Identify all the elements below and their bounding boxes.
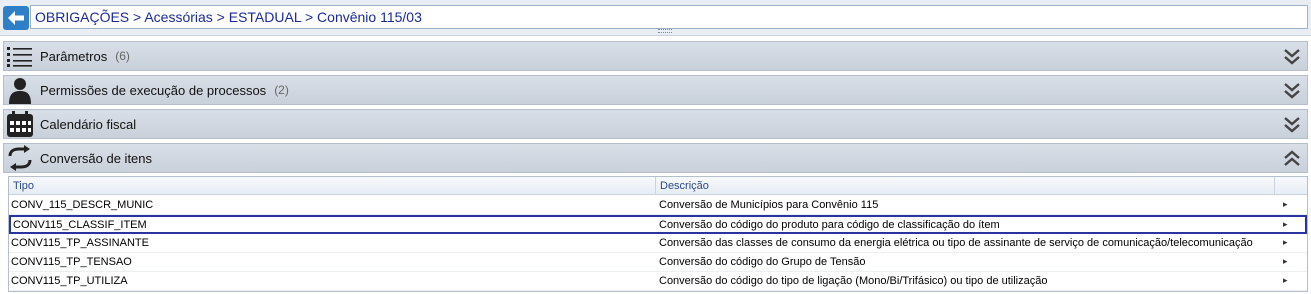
section-title: Parâmetros: [40, 48, 108, 64]
splitter-grip[interactable]: [658, 29, 672, 33]
section-calendario[interactable]: Calendário fiscal: [3, 109, 1308, 139]
chevron-down-icon[interactable]: [1283, 81, 1301, 101]
cell-descricao: Conversão do código do Grupo de Tensão: [659, 256, 866, 268]
back-button[interactable]: [3, 6, 29, 30]
section-parametros[interactable]: Parâmetros (6): [3, 41, 1308, 71]
table-header: Tipo Descrição: [9, 177, 1307, 195]
chevron-down-icon[interactable]: [1283, 115, 1301, 135]
table-row[interactable]: CONV115_TP_UTILIZA Conversão do código d…: [9, 272, 1307, 291]
breadcrumb[interactable]: OBRIGAÇÕES > Acessórias > ESTADUAL > Con…: [30, 5, 1308, 29]
conversion-table: Tipo Descrição CONV_115_DESCR_MUNIC Conv…: [8, 176, 1308, 292]
row-arrow-icon[interactable]: ▸: [1283, 275, 1288, 286]
cell-descricao: Conversão das classes de consumo da ener…: [659, 237, 1253, 249]
cell-descricao: Conversão do código do tipo de ligação (…: [659, 275, 1048, 287]
refresh-icon: [5, 143, 35, 173]
table-row-selected[interactable]: CONV115_CLASSIF_ITEM Conversão do código…: [9, 215, 1307, 234]
cell-descricao: Conversão do código do produto para códi…: [659, 219, 1000, 231]
chevron-down-icon[interactable]: [1283, 47, 1301, 67]
chevron-up-icon[interactable]: [1283, 149, 1301, 169]
section-title: Calendário fiscal: [40, 116, 137, 132]
breadcrumb-path[interactable]: OBRIGAÇÕES > Acessórias > ESTADUAL > Con…: [35, 9, 422, 25]
section-title: Conversão de itens: [40, 150, 153, 166]
row-arrow-icon[interactable]: ▸: [1283, 219, 1288, 230]
section-conversao[interactable]: Conversão de itens: [3, 143, 1308, 173]
table-row[interactable]: CONV115_TP_TENSAO Conversão do código do…: [9, 253, 1307, 272]
cell-tipo: CONV115_TP_ASSINANTE: [11, 237, 149, 249]
column-header-descricao[interactable]: Descrição: [660, 180, 709, 192]
section-permissoes[interactable]: Permissões de execução de processos (2): [3, 75, 1308, 105]
cell-tipo: CONV115_TP_TENSAO: [11, 256, 132, 268]
table-row[interactable]: CONV115_TP_ASSINANTE Conversão das class…: [9, 234, 1307, 253]
breadcrumb-bar: OBRIGAÇÕES > Acessórias > ESTADUAL > Con…: [0, 0, 1311, 36]
row-arrow-icon[interactable]: ▸: [1283, 256, 1288, 267]
list-icon: [5, 41, 35, 71]
column-divider[interactable]: [655, 177, 656, 195]
cell-tipo: CONV_115_DESCR_MUNIC: [11, 199, 154, 211]
row-arrow-icon[interactable]: ▸: [1283, 237, 1288, 248]
user-icon: [5, 75, 35, 105]
table-row[interactable]: CONV_115_DESCR_MUNIC Conversão de Municí…: [9, 196, 1307, 215]
section-count: (6): [115, 49, 130, 63]
cell-descricao: Conversão de Municípios para Convênio 11…: [659, 199, 879, 211]
cell-tipo: CONV115_TP_UTILIZA: [11, 275, 128, 287]
back-arrow-icon: [8, 11, 24, 25]
row-arrow-icon[interactable]: ▸: [1283, 199, 1288, 210]
section-count: (2): [274, 83, 289, 97]
cell-tipo: CONV115_CLASSIF_ITEM: [13, 219, 147, 231]
calendar-icon: [5, 109, 35, 139]
column-header-tipo[interactable]: Tipo: [13, 180, 34, 192]
section-title: Permissões de execução de processos: [40, 82, 267, 98]
column-divider[interactable]: [1274, 177, 1275, 195]
